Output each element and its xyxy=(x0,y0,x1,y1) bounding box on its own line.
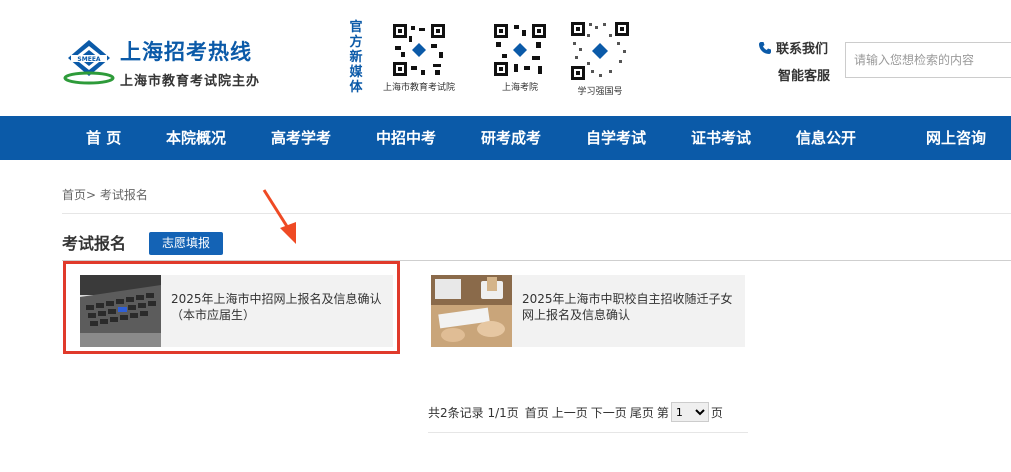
qr-code-kaoyuan: 上海考院 xyxy=(492,22,548,93)
card-title-line: 2025年上海市中职校自主招收随迁子女 xyxy=(522,292,733,306)
nav-item-self-study[interactable]: 自学考试 xyxy=(586,116,646,160)
official-media-label: 官方新媒体 xyxy=(349,20,363,95)
smart-service-link[interactable]: 智能客服 xyxy=(778,65,830,84)
qr-code-exam-institute: 上海市教育考试院 xyxy=(383,22,455,93)
qr-code-xuexi: 学习强国号 xyxy=(569,20,631,97)
qr-code-icon xyxy=(391,22,447,78)
nav-item-online-consult[interactable]: 网上咨询 xyxy=(926,116,986,160)
main-nav: 首 页 本院概况 高考学考 中招中考 研考成考 自学考试 证书考试 信息公开 网… xyxy=(0,116,1011,160)
list-item[interactable]: 2025年上海市中职校自主招收随迁子女 网上报名及信息确认 xyxy=(431,275,745,347)
svg-text:SMEEA: SMEEA xyxy=(77,56,100,63)
divider xyxy=(62,213,1011,214)
nav-item-overview[interactable]: 本院概况 xyxy=(166,116,226,160)
nav-item-graduate[interactable]: 研考成考 xyxy=(481,116,541,160)
search-input[interactable] xyxy=(845,42,1011,78)
pagination: 共2条记录 1/1页 首页 上一页 下一页 尾页 第 1 页 xyxy=(428,402,723,422)
nav-item-gaokao[interactable]: 高考学考 xyxy=(271,116,331,160)
divider xyxy=(428,432,748,433)
red-highlight-box xyxy=(63,261,400,354)
nav-item-certificate[interactable]: 证书考试 xyxy=(691,116,751,160)
card-thumbnail-desk xyxy=(431,275,512,347)
site-title: 上海招考热线 xyxy=(120,40,252,64)
red-arrow-annotation xyxy=(262,189,296,244)
card-title-line: 网上报名及信息确认 xyxy=(522,308,631,322)
prev-page-link[interactable]: 上一页 xyxy=(552,404,588,421)
page-prefix: 第 xyxy=(656,405,669,420)
site-subtitle: 上海市教育考试院主办 xyxy=(120,74,261,89)
nav-item-disclosure[interactable]: 信息公开 xyxy=(796,116,856,160)
site-emblem-icon: SMEEA xyxy=(63,40,115,85)
qr-caption: 学习强国号 xyxy=(577,87,623,97)
section-title: 考试报名 xyxy=(62,234,127,253)
last-page-link[interactable]: 尾页 xyxy=(630,404,654,421)
qr-caption: 上海考院 xyxy=(501,83,538,93)
qr-code-icon xyxy=(492,22,548,78)
card-title[interactable]: 2025年上海市中职校自主招收随迁子女 网上报名及信息确认 xyxy=(522,291,733,323)
nav-item-zhongkao[interactable]: 中招中考 xyxy=(376,116,436,160)
phone-icon xyxy=(759,41,771,54)
nav-item-home[interactable]: 首 页 xyxy=(86,116,121,160)
breadcrumb[interactable]: 首页> 考试报名 xyxy=(62,186,148,203)
page-suffix: 页 xyxy=(710,405,723,420)
next-page-link[interactable]: 下一页 xyxy=(591,404,627,421)
volunteer-filling-button[interactable]: 志愿填报 xyxy=(149,232,223,255)
qr-caption: 上海市教育考试院 xyxy=(383,83,456,93)
qr-code-icon xyxy=(569,20,631,82)
contact-block: 联系我们 智能客服 xyxy=(758,38,830,84)
first-page-link[interactable]: 首页 xyxy=(525,404,549,421)
pagination-summary: 共2条记录 1/1页 xyxy=(428,405,519,420)
site-logo[interactable]: SMEEA 上海招考热线 上海市教育考试院主办 xyxy=(62,32,272,92)
page-select[interactable]: 1 xyxy=(670,402,709,422)
contact-us-link[interactable]: 联系我们 xyxy=(776,38,828,57)
